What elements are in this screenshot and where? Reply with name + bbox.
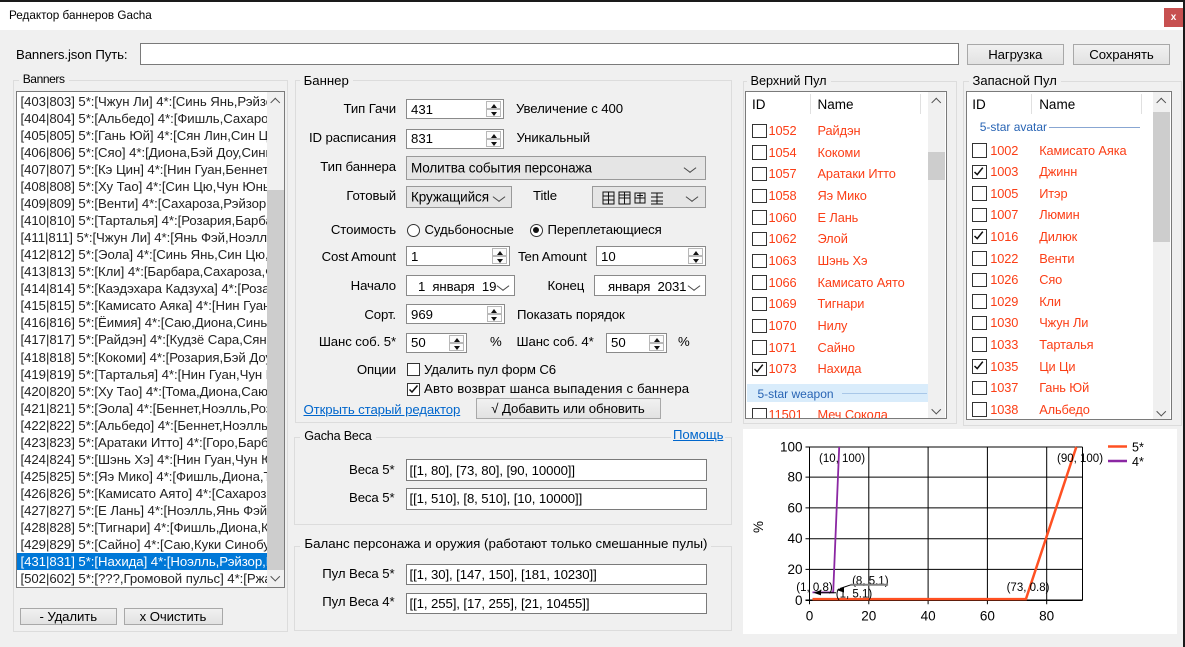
svg-text:(90, 100): (90, 100)	[1057, 453, 1103, 465]
svg-text:80: 80	[787, 470, 802, 485]
svg-text:60: 60	[980, 609, 995, 624]
svg-text:4*: 4*	[1132, 455, 1144, 469]
svg-text:100: 100	[780, 440, 803, 455]
svg-text:20: 20	[787, 562, 802, 577]
svg-text:%: %	[751, 521, 766, 533]
svg-text:(10, 100): (10, 100)	[819, 453, 865, 465]
svg-text:(73, 0.8): (73, 0.8)	[1007, 582, 1050, 594]
svg-text:60: 60	[787, 500, 802, 515]
svg-text:40: 40	[787, 531, 802, 546]
svg-text:80: 80	[1039, 609, 1054, 624]
svg-text:0: 0	[795, 593, 803, 608]
svg-text:20: 20	[861, 609, 876, 624]
svg-text:0: 0	[806, 609, 814, 624]
svg-text:5*: 5*	[1132, 441, 1144, 455]
svg-text:40: 40	[921, 609, 936, 624]
